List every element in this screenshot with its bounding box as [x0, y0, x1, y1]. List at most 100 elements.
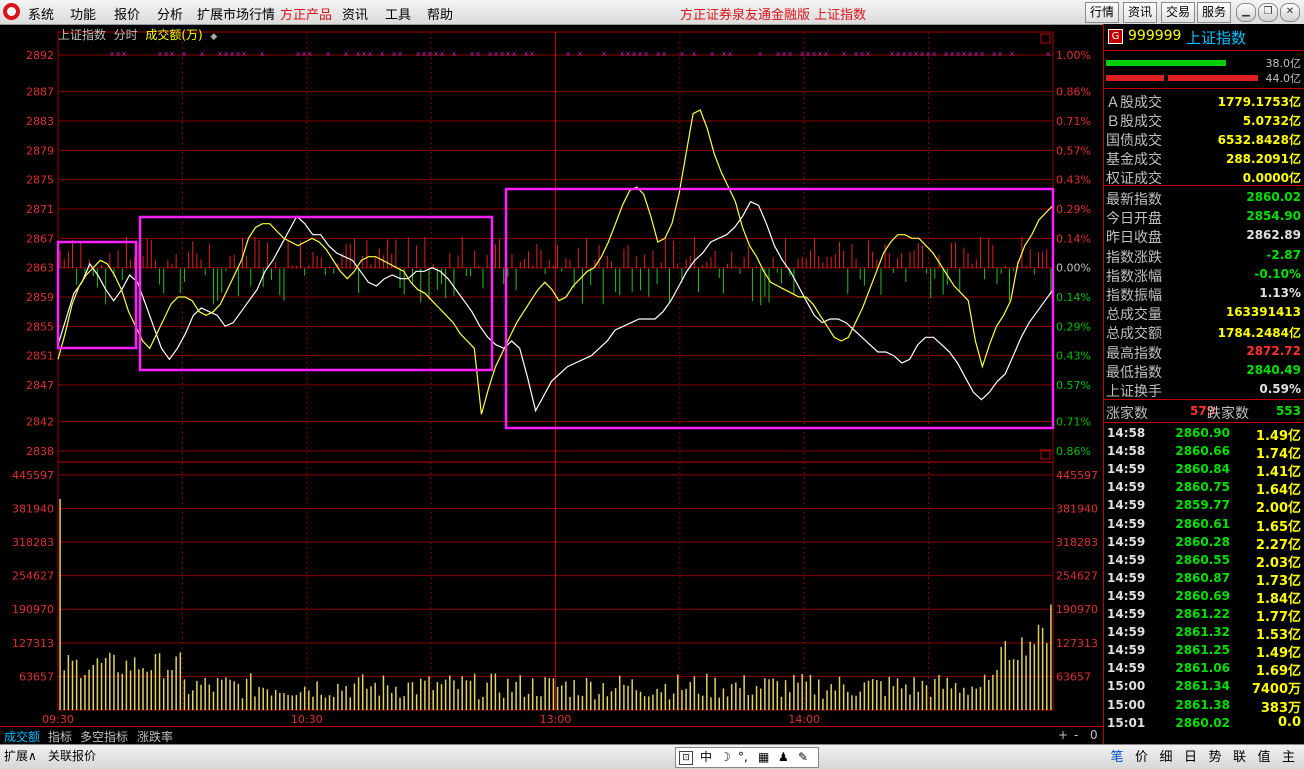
stat-row: 指数涨跌 -2.87	[1104, 246, 1304, 265]
quote-tab[interactable]: 联	[1229, 746, 1251, 765]
stat-row: 总成交量 163391413	[1104, 303, 1304, 322]
buy-bar-value: 38.0亿	[1266, 55, 1302, 71]
tick-row[interactable]: 14:59 2861.22 1.77亿	[1104, 605, 1304, 623]
tab-long-short[interactable]: 多空指标	[80, 728, 128, 745]
quote-tab[interactable]: 日	[1180, 746, 1202, 765]
ime-toolbar[interactable]: ⊡ 中 ☽ °, ▦ ♟ ✎	[675, 747, 819, 768]
tick-row[interactable]: 14:59 2861.06 1.69亿	[1104, 659, 1304, 677]
menu-quote[interactable]: 报价	[114, 4, 140, 23]
volume-tick-label: 190970	[1056, 603, 1098, 616]
intraday-chart[interactable]: 2892 1.00% 2887 0.86% 2883 0.71% 2879 0.57% 2875…	[0, 24, 1103, 736]
quote-tab[interactable]: 势	[1204, 746, 1226, 765]
tick-row[interactable]: 14:59 2859.77 2.00亿	[1104, 496, 1304, 514]
turnover-row: 基金成交 288.2091亿	[1104, 148, 1304, 167]
quote-tab[interactable]: 价	[1131, 746, 1153, 765]
ime-settings-icon[interactable]: ✎	[798, 748, 808, 767]
menu-tools[interactable]: 工具	[385, 4, 411, 23]
service-button[interactable]: 服务	[1197, 2, 1231, 23]
corner-box	[1041, 34, 1050, 43]
marker: x	[452, 50, 456, 58]
marker: x	[512, 50, 516, 58]
chart-mode[interactable]: 分时	[114, 28, 138, 42]
menu-extended-market[interactable]: 扩展市场行情	[197, 4, 275, 23]
marker: x	[242, 50, 246, 58]
marker: x	[164, 50, 168, 58]
chart-series-label[interactable]: 成交额(万)	[145, 28, 202, 42]
zoom-in-button[interactable]: +	[1058, 728, 1068, 742]
tick-price: 2861.34	[1164, 679, 1230, 693]
quote-tab[interactable]: 细	[1155, 746, 1177, 765]
tick-time: 14:59	[1107, 480, 1145, 494]
marker: x	[296, 50, 300, 58]
tab-indicator[interactable]: 指标	[48, 728, 72, 745]
tick-row[interactable]: 14:59 2861.25 1.49亿	[1104, 641, 1304, 659]
marker: x	[974, 50, 978, 58]
tick-price: 2860.75	[1164, 480, 1230, 494]
tick-row[interactable]: 14:59 2860.84 1.41亿	[1104, 460, 1304, 478]
quote-tab[interactable]: 笔	[1106, 746, 1128, 765]
expand-button[interactable]: 扩展∧	[4, 747, 37, 764]
marker: x	[236, 50, 240, 58]
ime-keyboard-icon[interactable]: ▦	[758, 748, 769, 767]
percent-tick-label: 0.57%	[1056, 144, 1091, 157]
stat-row: 昨日收盘 2862.89	[1104, 226, 1304, 245]
marker: x	[758, 50, 762, 58]
marker: x	[578, 50, 582, 58]
related-quote-button[interactable]: 关联报价	[48, 747, 96, 764]
restore-icon[interactable]: ❐	[1258, 3, 1278, 22]
tick-row[interactable]: 14:59 2860.75 1.64亿	[1104, 478, 1304, 496]
news-button[interactable]: 资讯	[1123, 2, 1157, 23]
menu-news[interactable]: 资讯	[342, 4, 368, 23]
tick-row[interactable]: 14:59 2861.32 1.53亿	[1104, 623, 1304, 641]
tab-adv-decline[interactable]: 涨跌率	[137, 728, 173, 745]
tick-row[interactable]: 14:58 2860.66 1.74亿	[1104, 442, 1304, 460]
quote-button[interactable]: 行情	[1085, 2, 1119, 23]
index-name: 上证指数	[1186, 27, 1246, 48]
marker: x	[692, 50, 696, 58]
tick-row[interactable]: 14:59 2860.55 2.03亿	[1104, 551, 1304, 569]
price-tick-label: 2838	[26, 445, 54, 458]
tick-row[interactable]: 14:59 2860.61 1.65亿	[1104, 515, 1304, 533]
menu-function[interactable]: 功能	[70, 4, 96, 23]
menu-help[interactable]: 帮助	[427, 4, 453, 23]
ime-user-icon[interactable]: ♟	[778, 748, 789, 767]
tick-price: 2861.38	[1164, 698, 1230, 712]
minimize-icon[interactable]: ▁	[1236, 3, 1256, 22]
ime-punct-icon[interactable]: °,	[738, 748, 748, 767]
quote-tab[interactable]: 值	[1253, 746, 1275, 765]
menu-products[interactable]: 方正产品	[280, 4, 332, 23]
tick-row[interactable]: 14:59 2860.28 2.27亿	[1104, 533, 1304, 551]
tick-row[interactable]: 14:58 2860.90 1.49亿	[1104, 424, 1304, 442]
marker: x	[602, 50, 606, 58]
tick-time: 15:00	[1107, 698, 1145, 712]
tick-time: 15:01	[1107, 716, 1145, 730]
indicator-tabs: 成交额 指标 多空指标 涨跌率 + - 0	[0, 726, 1103, 744]
marker: x	[842, 50, 846, 58]
zoom-out-button[interactable]: -	[1074, 728, 1078, 742]
zoom-reset-button[interactable]: 0	[1090, 728, 1098, 742]
marker: x	[116, 50, 120, 58]
marker: x	[470, 50, 474, 58]
series-toggle-icon[interactable]: ◆	[210, 32, 217, 42]
price-tick-label: 2842	[26, 416, 54, 429]
ime-mode[interactable]: 中	[700, 748, 712, 767]
marker: x	[788, 50, 792, 58]
quote-tab[interactable]: 主	[1278, 746, 1300, 765]
price-tick-label: 2867	[26, 232, 54, 245]
stat-row: 最高指数 2872.72	[1104, 342, 1304, 361]
tick-row[interactable]: 15:00 2861.34 7400万	[1104, 677, 1304, 695]
tick-row[interactable]: 15:01 2860.02 0.0	[1104, 714, 1304, 732]
market-badge[interactable]: G	[1108, 29, 1123, 44]
trade-button[interactable]: 交易	[1161, 2, 1195, 23]
ime-width-icon[interactable]: ☽	[720, 748, 731, 767]
tick-row[interactable]: 14:59 2860.87 1.73亿	[1104, 569, 1304, 587]
tick-row[interactable]: 14:59 2860.69 1.84亿	[1104, 587, 1304, 605]
menu-analysis[interactable]: 分析	[157, 4, 183, 23]
stat-label: 总成交量	[1106, 304, 1162, 324]
close-icon[interactable]: ✕	[1280, 3, 1300, 22]
menu-system[interactable]: 系统	[28, 4, 54, 23]
tab-turnover[interactable]: 成交额	[4, 728, 40, 745]
tick-row[interactable]: 15:00 2861.38 383万	[1104, 696, 1304, 714]
marker: x	[308, 50, 312, 58]
marker: x	[1010, 50, 1014, 58]
